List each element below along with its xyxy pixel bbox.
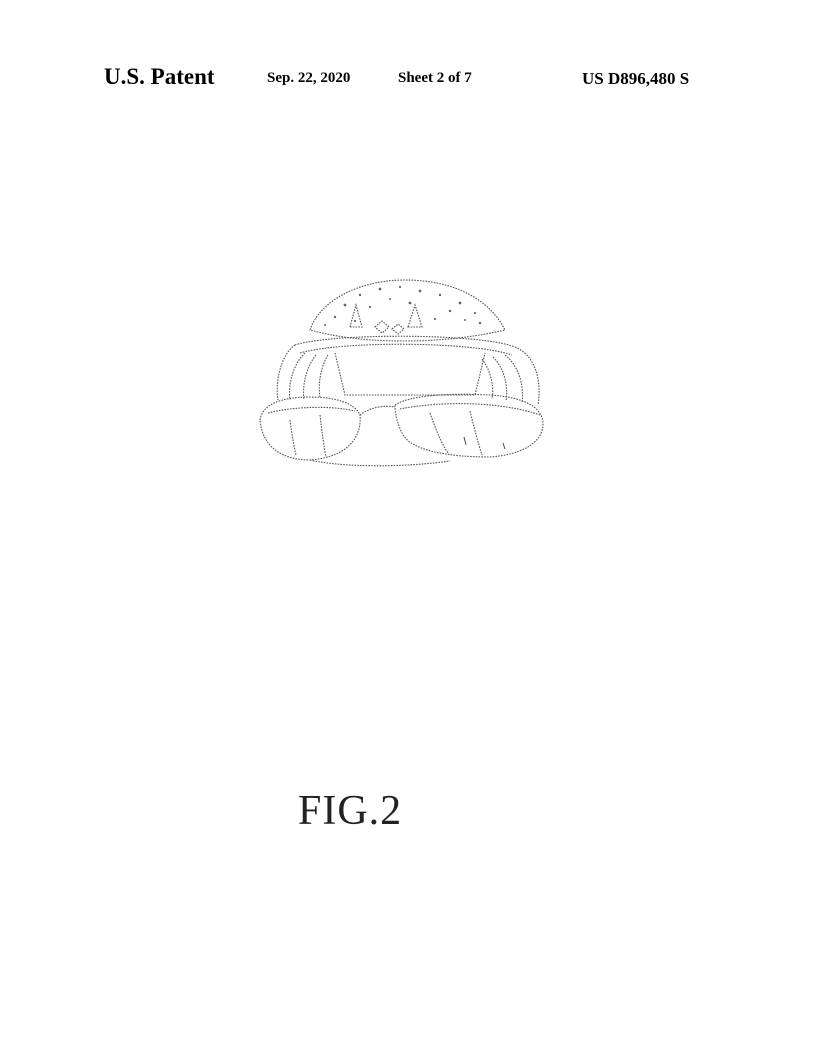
hat-drawing-icon [250,275,560,475]
patent-number: US D896,480 S [582,69,689,89]
sheet-number: Sheet 2 of 7 [398,70,472,87]
figure-label: FIG.2 [298,787,402,835]
patent-date: Sep. 22, 2020 [267,70,350,87]
patent-title: U.S. Patent [104,64,215,90]
